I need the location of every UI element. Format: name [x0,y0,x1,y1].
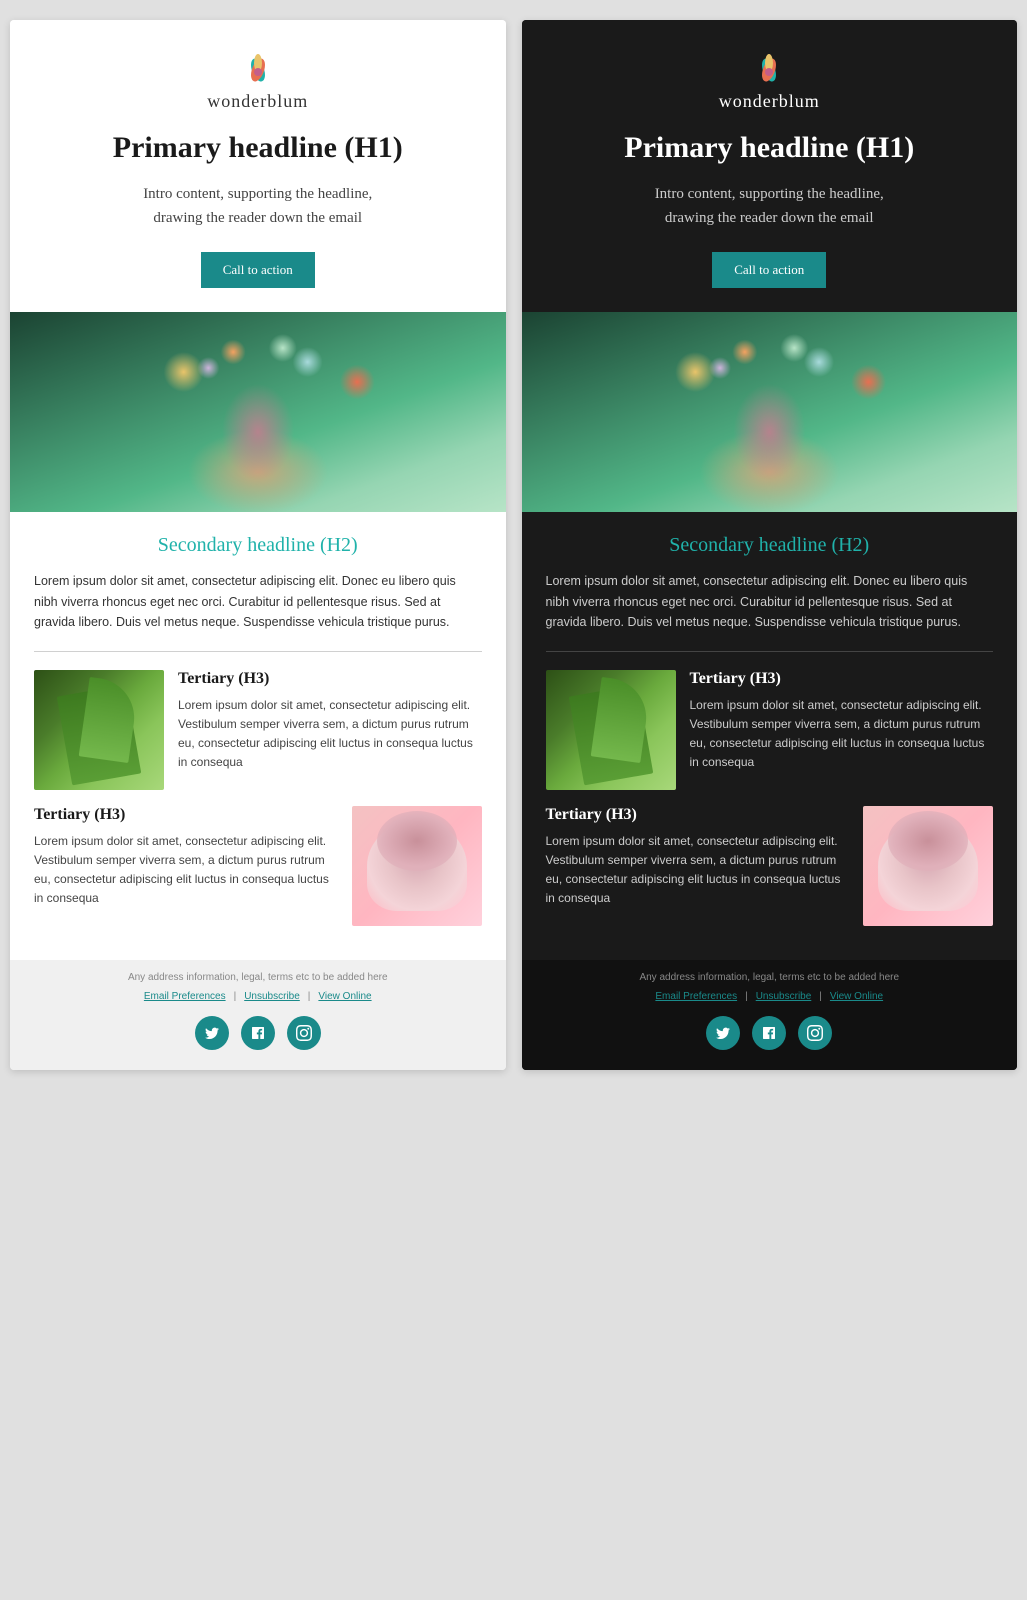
instagram-icon-dark[interactable] [798,1016,832,1050]
social-icons-light [30,1016,486,1050]
secondary-headline-light: Secondary headline (H2) [34,534,482,557]
footer-links-dark: Email Preferences | Unsubscribe | View O… [542,991,998,1002]
footer-sep-1-dark: | [745,991,748,1002]
tertiary-content-2-dark: Tertiary (H3) Lorem ipsum dolor sit amet… [546,806,850,909]
footer-address-light: Any address information, legal, terms et… [30,972,486,983]
card-footer-dark: Any address information, legal, terms et… [522,960,1018,1070]
tertiary-row-1-dark: Tertiary (H3) Lorem ipsum dolor sit amet… [546,670,994,790]
facebook-icon-dark[interactable] [752,1016,786,1050]
secondary-headline-dark: Secondary headline (H2) [546,534,994,557]
email-header-light: wonderblum Primary headline (H1) Intro c… [10,20,506,312]
tertiary-image-2-light [352,806,482,926]
instagram-icon-light[interactable] [287,1016,321,1050]
footer-link-preferences-light[interactable]: Email Preferences [144,991,226,1002]
footer-link-unsubscribe-dark[interactable]: Unsubscribe [756,991,812,1002]
card-footer-light: Any address information, legal, terms et… [10,960,506,1070]
intro-text-light: Intro content, supporting the headline, … [118,182,398,230]
twitter-icon-light[interactable] [195,1016,229,1050]
footer-sep-2-light: | [308,991,311,1002]
logo-icon [30,48,486,91]
tertiary-row-2-dark: Tertiary (H3) Lorem ipsum dolor sit amet… [546,806,994,926]
tertiary-text-1-light: Lorem ipsum dolor sit amet, consectetur … [178,696,482,773]
cta-button-light[interactable]: Call to action [201,252,315,288]
tertiary-content-2-light: Tertiary (H3) Lorem ipsum dolor sit amet… [34,806,338,909]
footer-link-view-dark[interactable]: View Online [830,991,883,1002]
tertiary-headline-2-light: Tertiary (H3) [34,806,338,824]
social-icons-dark [542,1016,998,1050]
tertiary-headline-1-light: Tertiary (H3) [178,670,482,688]
facebook-icon-light[interactable] [241,1016,275,1050]
primary-headline-dark: Primary headline (H1) [542,130,998,166]
primary-headline-light: Primary headline (H1) [30,130,486,166]
content-section-dark: Secondary headline (H2) Lorem ipsum dolo… [522,512,1018,960]
twitter-icon-dark[interactable] [706,1016,740,1050]
hero-image-dark [522,312,1018,512]
tertiary-text-2-dark: Lorem ipsum dolor sit amet, consectetur … [546,832,850,909]
footer-link-preferences-dark[interactable]: Email Preferences [655,991,737,1002]
footer-sep-1-light: | [234,991,237,1002]
email-light: wonderblum Primary headline (H1) Intro c… [10,20,506,1070]
footer-link-view-light[interactable]: View Online [318,991,371,1002]
email-dark: wonderblum Primary headline (H1) Intro c… [522,20,1018,1070]
footer-address-dark: Any address information, legal, terms et… [542,972,998,983]
content-section-light: Secondary headline (H2) Lorem ipsum dolo… [10,512,506,960]
tertiary-image-1-light [34,670,164,790]
tertiary-headline-2-dark: Tertiary (H3) [546,806,850,824]
tertiary-image-1-dark [546,670,676,790]
email-header-dark: wonderblum Primary headline (H1) Intro c… [522,20,1018,312]
divider-light [34,651,482,652]
tertiary-row-1-light: Tertiary (H3) Lorem ipsum dolor sit amet… [34,670,482,790]
footer-link-unsubscribe-light[interactable]: Unsubscribe [244,991,300,1002]
logo-text-light: wonderblum [30,91,486,112]
tertiary-content-1-dark: Tertiary (H3) Lorem ipsum dolor sit amet… [690,670,994,773]
tertiary-row-2-light: Tertiary (H3) Lorem ipsum dolor sit amet… [34,806,482,926]
cta-button-dark[interactable]: Call to action [712,252,826,288]
hero-image-light [10,312,506,512]
tertiary-content-1-light: Tertiary (H3) Lorem ipsum dolor sit amet… [178,670,482,773]
logo-text-dark: wonderblum [542,91,998,112]
divider-dark [546,651,994,652]
body-text-dark: Lorem ipsum dolor sit amet, consectetur … [546,571,994,633]
tertiary-headline-1-dark: Tertiary (H3) [690,670,994,688]
tertiary-image-2-dark [863,806,993,926]
footer-sep-2-dark: | [819,991,822,1002]
footer-links-light: Email Preferences | Unsubscribe | View O… [30,991,486,1002]
tertiary-text-2-light: Lorem ipsum dolor sit amet, consectetur … [34,832,338,909]
tertiary-text-1-dark: Lorem ipsum dolor sit amet, consectetur … [690,696,994,773]
body-text-light: Lorem ipsum dolor sit amet, consectetur … [34,571,482,633]
intro-text-dark: Intro content, supporting the headline, … [629,182,909,230]
logo-icon-dark [542,48,998,91]
